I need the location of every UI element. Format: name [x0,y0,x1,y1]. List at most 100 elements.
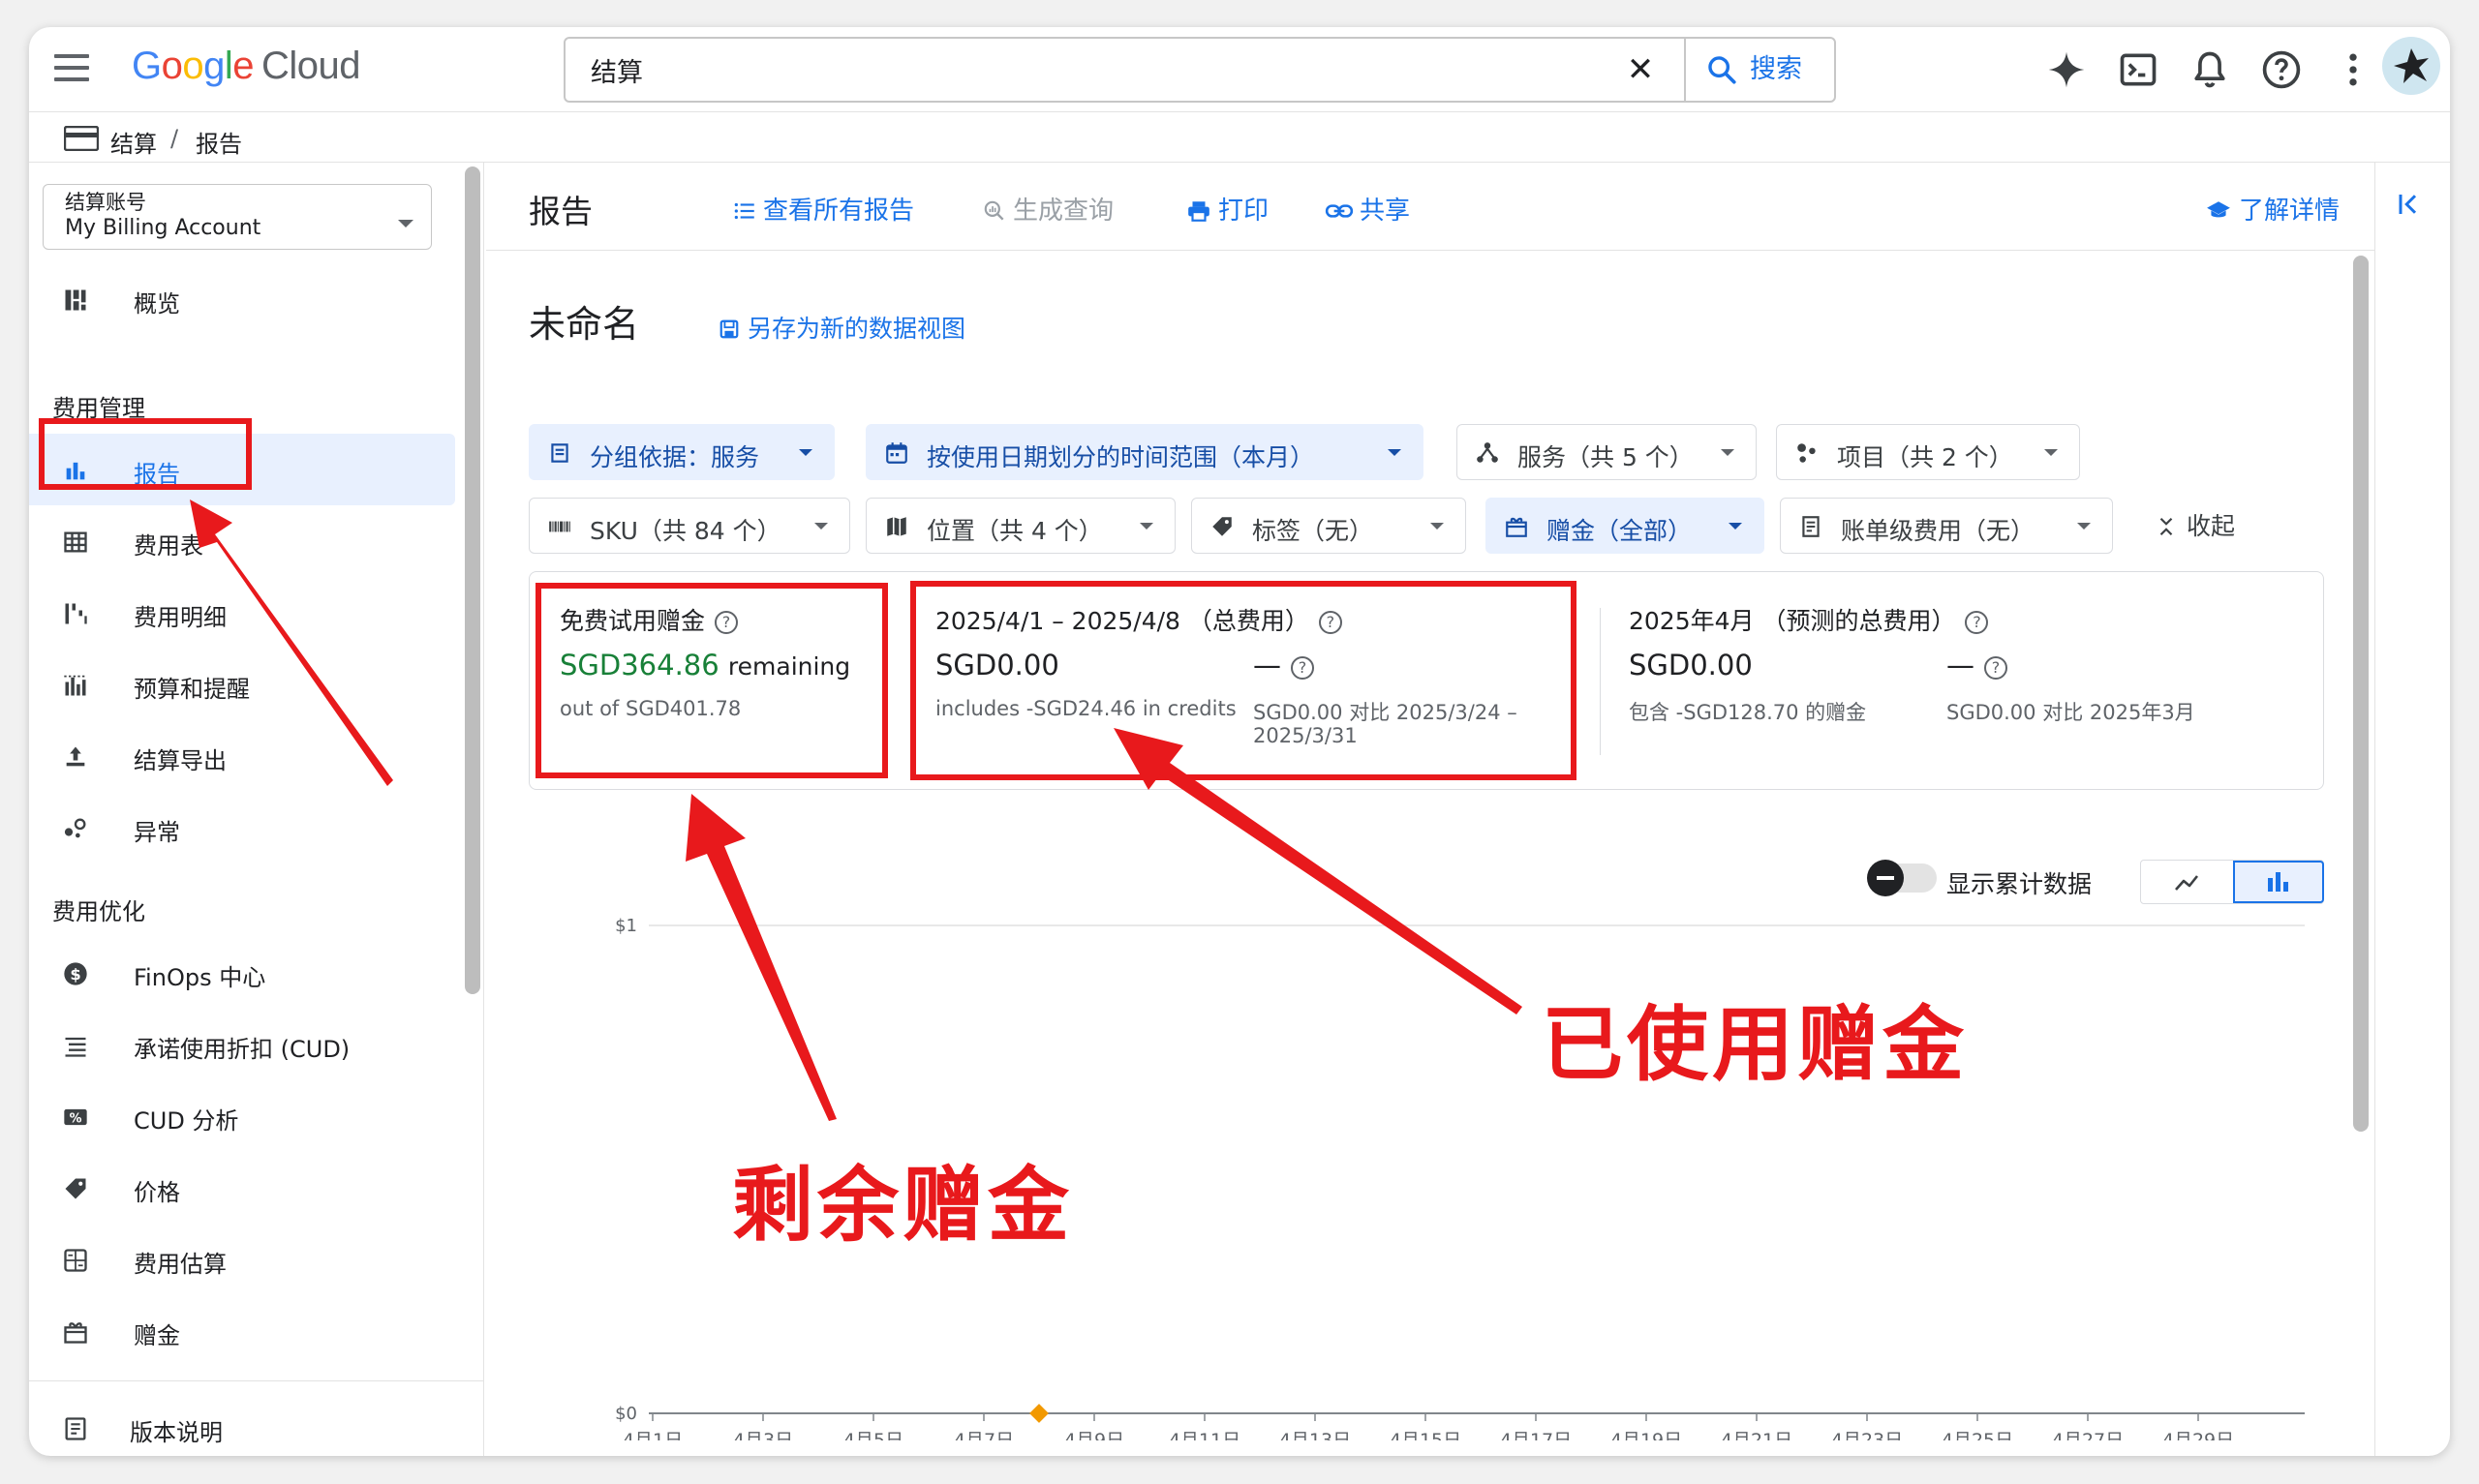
help-icon[interactable]: ? [715,611,739,634]
page-title: 报告 [529,193,593,230]
labels-filter[interactable]: 标签（无） [1191,498,1466,554]
x-tick-label: 4月15日 [1390,1430,1461,1440]
bar-chart-icon [66,462,85,480]
view-all-reports-button[interactable]: 查看所有报告 [732,191,914,227]
table-icon [64,531,87,553]
tag-icon [1212,517,1232,536]
sidebar-item-anomalies[interactable]: 异常 [29,792,455,863]
help-icon[interactable]: ? [1291,656,1314,680]
tag-icon [65,1178,86,1199]
release-notes-icon [65,1417,86,1440]
share-button[interactable]: 共享 [1325,191,1410,227]
location-filter[interactable]: 位置（共 4 个） [866,498,1176,554]
user-avatar[interactable] [2382,37,2440,95]
x-tick-label: 4月11日 [1169,1430,1240,1440]
sidebar-divider [29,1380,484,1381]
sidebar-item-pricing[interactable]: 价格 [29,1152,455,1224]
sidebar-item-overview[interactable]: 概览 [29,263,455,335]
clear-search-icon[interactable]: ✕ [1621,50,1660,89]
breakdown-icon [65,603,87,624]
svg-text:%: % [70,1111,82,1126]
collapse-panel-icon[interactable] [2396,190,2425,219]
percent-icon: % [64,1108,87,1126]
sidebar-item-cud-analysis[interactable]: % CUD 分析 [29,1080,455,1152]
chevron-down-icon [1721,449,1734,456]
credit-remaining: SGD364.86 remaining [560,649,851,681]
x-tick-label: 4月29日 [2162,1430,2234,1440]
sidebar-item-reports[interactable]: 报告 [29,434,455,505]
unfold-less-icon [2159,517,2173,536]
sidebar-item-finops-hub[interactable]: $ FinOps 中心 [29,937,455,1009]
list-icon [734,202,754,220]
forecast-compare-value: —? [1946,649,2007,681]
period-card-title: 2025/4/1 – 2025/4/8 （总费用）? [935,602,1342,637]
group-by-filter[interactable]: 分组依据：服务 [529,424,835,480]
sidebar-item-billing-export[interactable]: 结算导出 [29,720,455,792]
print-button[interactable]: 打印 [1185,191,1269,227]
sidebar-item-budgets[interactable]: 预算和提醒 [29,649,455,720]
sidebar: 结算账号 My Billing Account 概览 费用管理 报告 费用表 费… [29,163,484,1456]
sku-filter[interactable]: SKU（共 84 个） [529,498,850,554]
x-tick-label: 4月25日 [1942,1430,2013,1440]
google-cloud-logo[interactable]: Google Cloud [132,45,361,88]
cloud-shell-icon[interactable] [2117,48,2159,91]
generate-query-button[interactable]: 生成查询 [982,191,1114,227]
dashboard-icon [65,289,86,311]
projects-filter[interactable]: 项目（共 2 个） [1776,424,2080,480]
invoice-charges-filter[interactable]: 账单级费用（无） [1780,498,2113,554]
chevron-down-icon [814,523,828,530]
search-input[interactable] [591,50,1578,89]
notifications-bell-icon[interactable] [2188,48,2231,91]
save-as-view-button[interactable]: 另存为新的数据视图 [719,310,965,345]
breadcrumb-billing-link[interactable]: 结算 [110,125,157,159]
toggle-knob [1867,860,1904,896]
anomaly-icon [64,818,86,838]
help-icon[interactable] [2260,48,2303,91]
gift-icon [64,1322,87,1344]
forecast-card-title: 2025年4月 （预测的总费用）? [1629,602,1989,637]
sidebar-section-cost-management: 费用管理 [52,395,145,422]
sidebar-item-cost-estimate[interactable]: 费用估算 [29,1224,455,1295]
breadcrumb-reports: 报告 [196,131,242,158]
chevron-down-icon [1388,449,1401,456]
chevron-down-icon [2044,449,2058,456]
chevron-down-icon [2077,523,2091,530]
top-bar: GoogleCloud ✕ 搜索 [29,27,2450,112]
period-compare-value: —? [1253,649,1314,681]
current-day-marker[interactable] [1029,1404,1049,1423]
help-icon[interactable]: ? [1318,611,1342,634]
period-compare-line1: SGD0.00 对比 2025/3/24 – [1253,701,1517,724]
search-button[interactable]: 搜索 [1684,39,1836,101]
search-icon [1708,56,1736,84]
sidebar-section-cost-optimization: 费用优化 [52,898,145,925]
sidebar-item-credits[interactable]: 赠金 [29,1295,455,1367]
services-filter[interactable]: 服务（共 5 个） [1456,424,1757,480]
query-icon [984,200,1004,221]
chevron-down-icon [799,449,812,456]
line-chart-button[interactable] [2141,861,2232,903]
main-scrollbar[interactable] [2353,256,2369,1132]
map-icon [887,517,906,536]
print-icon [1188,201,1209,222]
period-credits-included: includes -SGD24.46 in credits [935,697,1237,720]
credits-filter[interactable]: 赠金（全部） [1485,498,1764,554]
sidebar-item-cost-breakdown[interactable]: 费用明细 [29,577,455,649]
sidebar-item-release-notes[interactable]: 版本说明 [29,1392,455,1456]
collapse-filters-button[interactable]: 收起 [2156,507,2235,542]
sidebar-scrollbar[interactable] [465,167,480,994]
sidebar-item-cost-table[interactable]: 费用表 [29,505,455,577]
sidebar-item-cud[interactable]: 承诺使用折扣 (CUD) [29,1009,455,1080]
help-icon[interactable]: ? [1965,611,1989,634]
gemini-sparkle-icon[interactable] [2045,48,2088,91]
billing-account-select[interactable]: 结算账号 My Billing Account [43,184,432,250]
main-menu-icon[interactable] [54,54,89,81]
learn-more-button[interactable]: 了解详情 [2204,191,2340,227]
breadcrumb-separator: / [170,125,179,152]
more-options-icon[interactable] [2332,48,2374,91]
browser-window: GoogleCloud ✕ 搜索 结算 / 报告 结算账号 My Billing [29,27,2450,1456]
cumulative-toggle[interactable] [1867,860,1937,896]
chevron-down-icon [398,220,413,227]
help-icon[interactable]: ? [1984,656,2007,680]
bar-chart-button[interactable] [2233,861,2324,903]
time-range-filter[interactable]: 按使用日期划分的时间范围（本月） [866,424,1423,480]
